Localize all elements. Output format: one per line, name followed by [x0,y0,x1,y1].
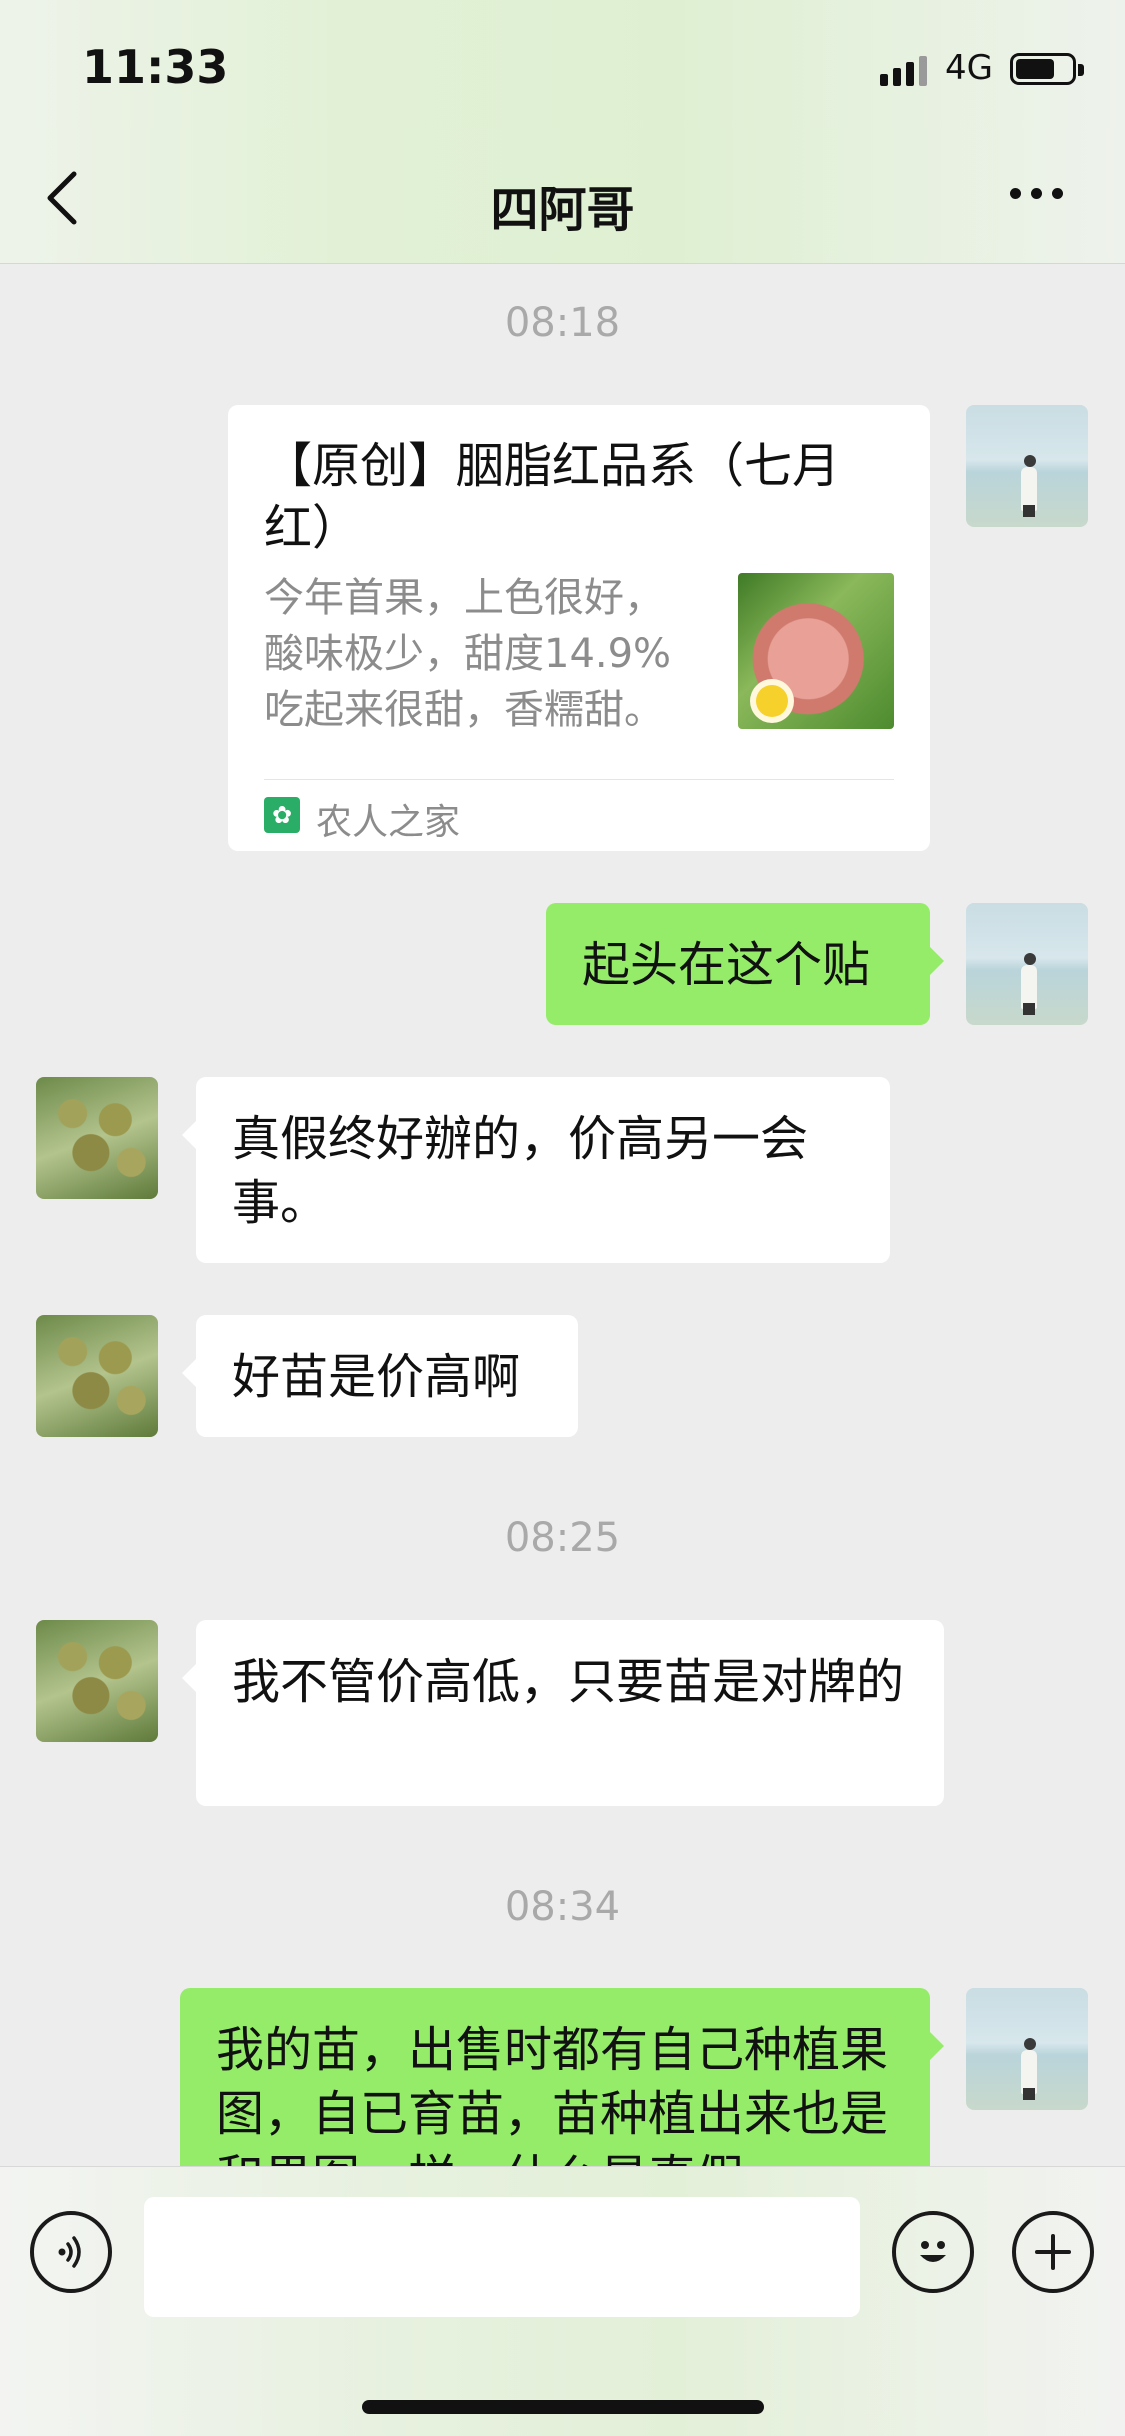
my-avatar[interactable] [966,405,1088,527]
my-avatar[interactable] [966,1988,1088,2110]
message-input[interactable] [144,2197,860,2317]
message-text: 我不管价高低，只要苗是对牌的 [232,1654,905,1710]
voice-icon [58,2236,81,2268]
article-description: 今年首果，上色很好，酸味极少，甜度14.9%吃起来很甜，香糯甜。 [264,575,672,733]
message-bubble-received[interactable]: 好苗是价高啊 [182,1315,578,1437]
emoji-icon [920,2241,946,2262]
message-bubble-sent[interactable]: 起头在这个贴 [546,903,944,1025]
message-text: 好苗是价高啊 [232,1349,521,1405]
message-bubble-received[interactable]: 真假终好辦的，价高另一会事。 [182,1077,890,1263]
contact-avatar[interactable] [36,1077,158,1199]
article-title: 【原创】胭脂红品系（七月红） [264,438,841,556]
message-text: 起头在这个贴 [582,937,871,993]
timestamp: 08:34 [504,1884,621,1930]
contact-avatar[interactable] [36,1620,158,1742]
contact-avatar[interactable] [36,1315,158,1437]
status-time: 11:33 [82,40,229,94]
network-type: 4G [945,48,993,88]
input-bar [0,2166,1125,2436]
more-functions-button[interactable] [1012,2211,1094,2293]
plus-icon [1035,2234,1071,2270]
more-horizontal-icon [1010,188,1021,199]
source-logo-icon: ✿ [264,797,300,833]
article-card[interactable]: 【原创】胭脂红品系（七月红） 今年首果，上色很好，酸味极少，甜度14.9%吃起来… [228,405,930,851]
chat-screen: 11:33 4G 四阿哥 08:18 【原创】胭脂红品系（七月红） 今年首果，上… [0,0,1125,2436]
voice-button[interactable] [30,2211,112,2293]
home-indicator[interactable] [362,2400,764,2414]
chat-title: 四阿哥 [490,182,635,238]
timestamp: 08:18 [504,300,621,346]
chat-header: 11:33 4G 四阿哥 [0,0,1125,264]
my-avatar[interactable] [966,903,1088,1025]
divider [264,779,894,780]
article-source: 农人之家 [316,802,461,843]
message-text: 真假终好辦的，价高另一会事。 [232,1111,809,1231]
more-options-button[interactable] [1010,188,1063,199]
battery-icon [1010,53,1084,85]
message-bubble-received[interactable]: 我不管价高低，只要苗是对牌的 [182,1620,944,1806]
emoji-button[interactable] [892,2211,974,2293]
article-thumbnail [738,573,894,729]
signal-icon [880,56,927,86]
timestamp: 08:25 [504,1515,621,1561]
